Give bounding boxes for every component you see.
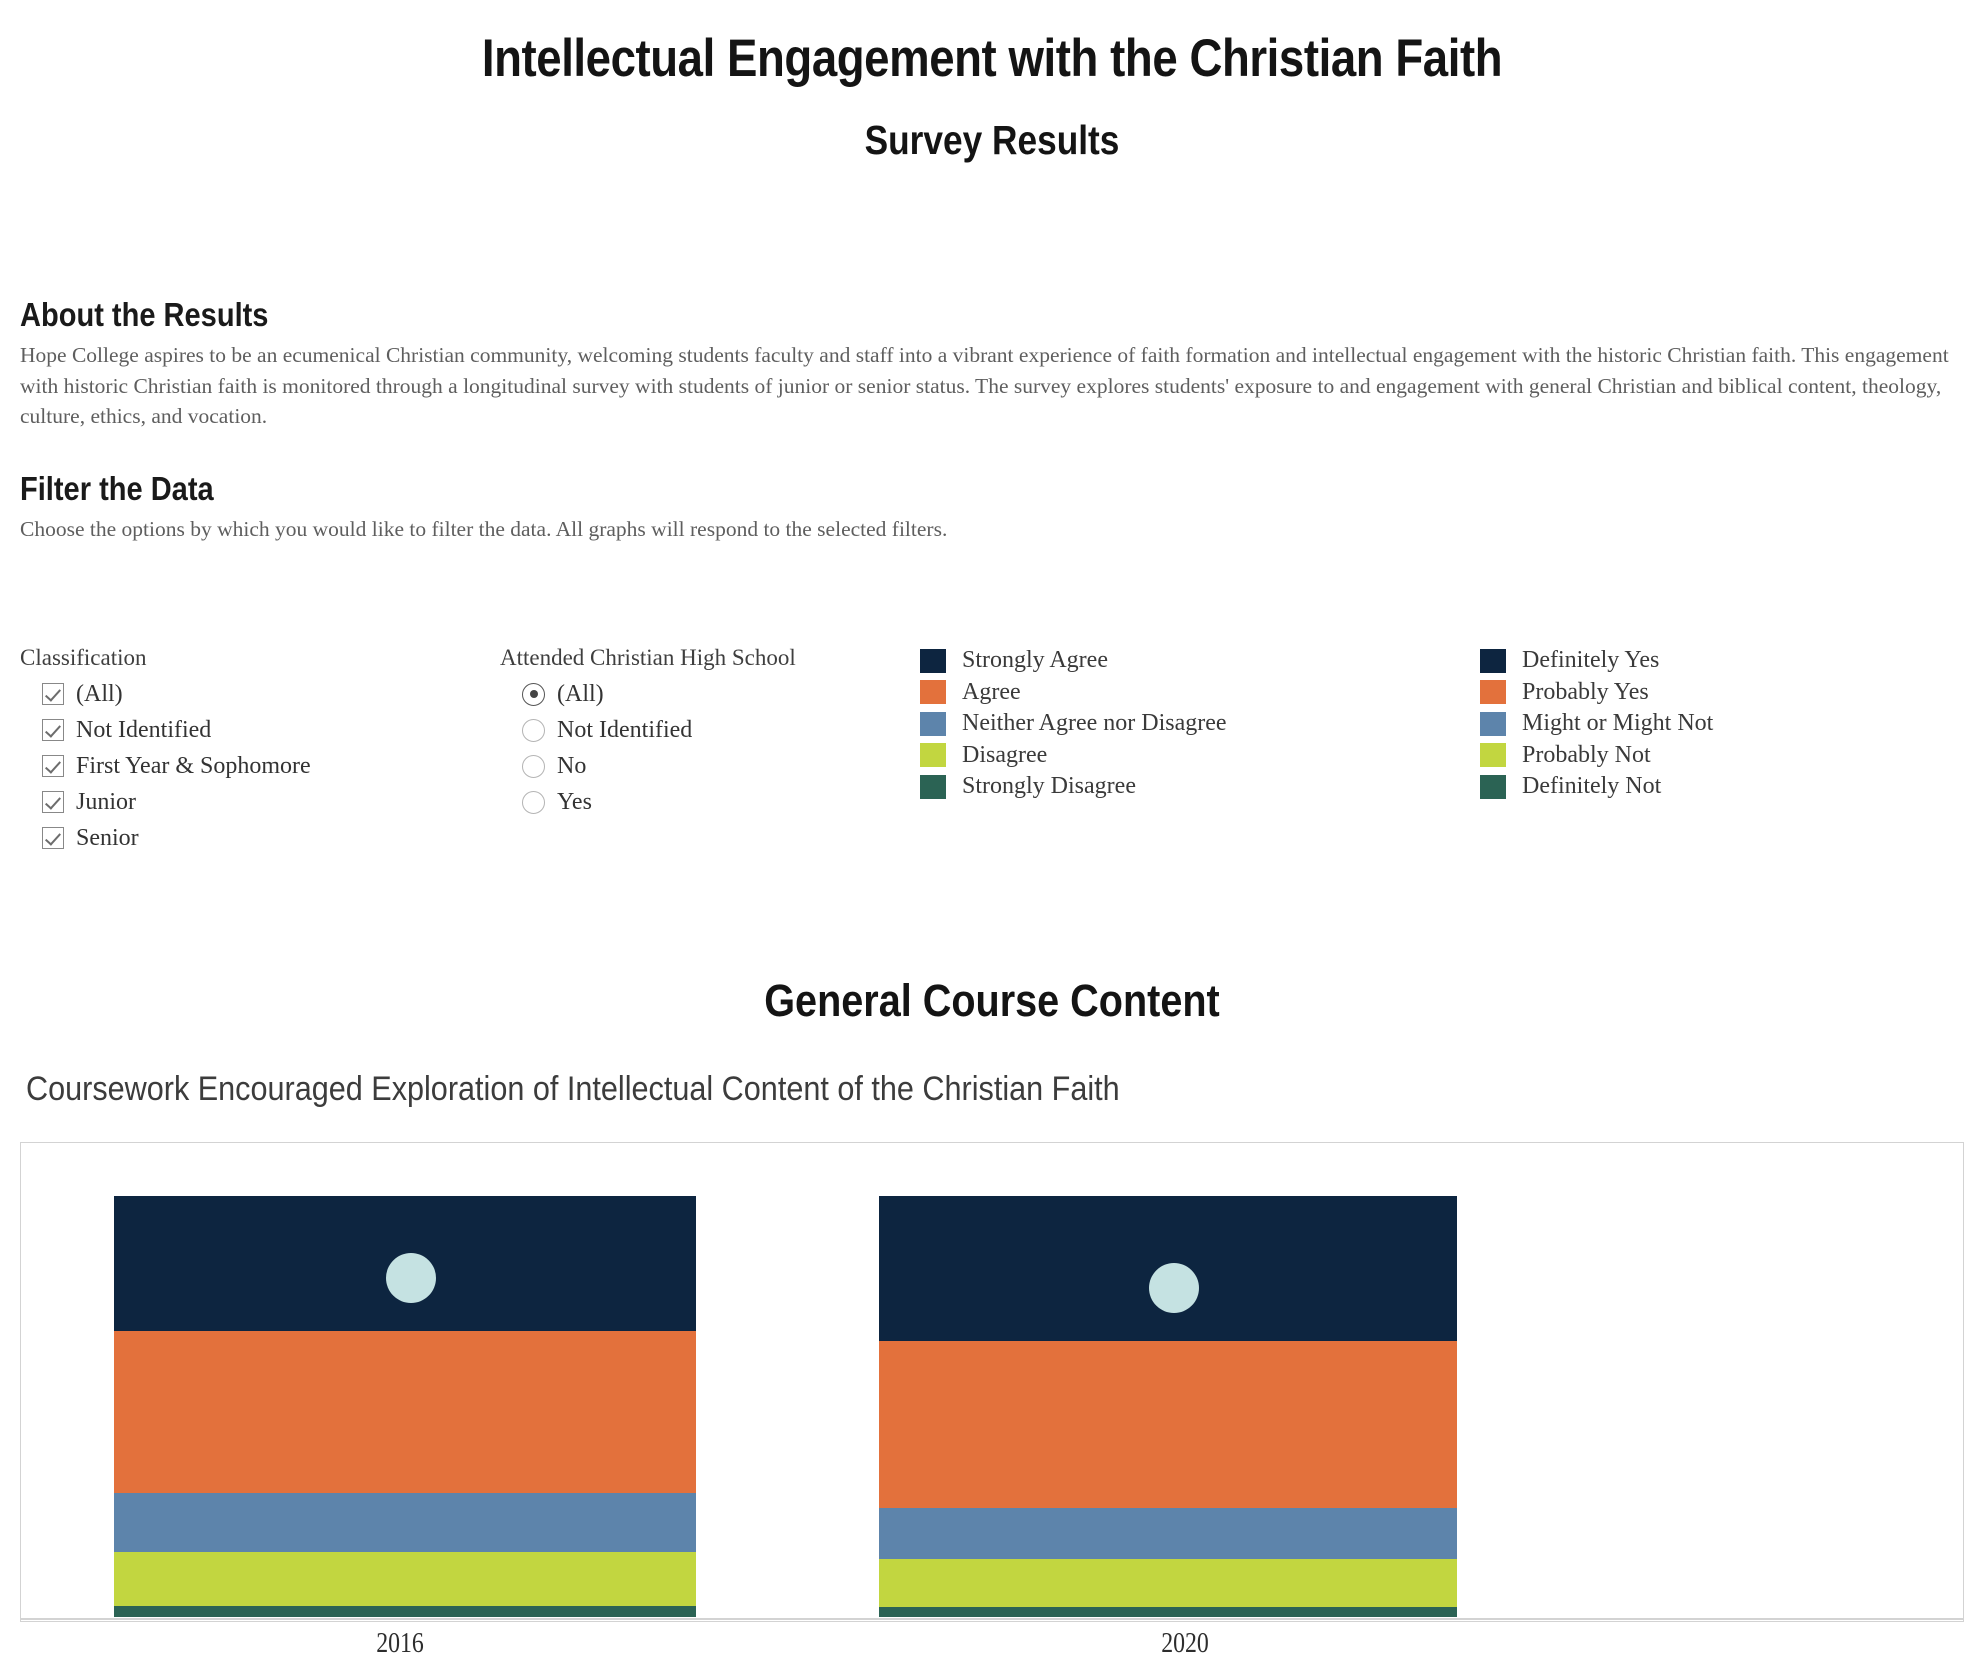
classification-option-junior[interactable]: Junior <box>20 784 500 820</box>
legend-label: Probably Not <box>1522 741 1651 768</box>
legend-swatch-icon <box>920 648 946 673</box>
high-school-filter-group: Attended Christian High School (All) Not… <box>500 645 920 820</box>
chart-bar-segment[interactable] <box>114 1493 696 1553</box>
chart-panel <box>20 1142 1964 1622</box>
legend-item-neither: Neither Agree nor Disagree <box>920 708 1480 740</box>
radio-icon[interactable] <box>522 790 545 814</box>
checkbox-icon[interactable] <box>42 755 64 777</box>
classification-option-all[interactable]: (All) <box>20 676 500 712</box>
chart-bar-segment[interactable] <box>879 1606 1457 1617</box>
legend-item-agree: Agree <box>920 677 1480 709</box>
legend-label: Probably Yes <box>1522 678 1649 705</box>
checkbox-icon[interactable] <box>42 683 64 705</box>
chart-marker-dot-2016[interactable] <box>385 1253 436 1304</box>
axis-tick-label-2020: 2020 <box>1161 1628 1209 1659</box>
classification-option-label: Senior <box>76 824 139 851</box>
legend-item-might-or-might-not: Might or Might Not <box>1480 708 1940 740</box>
high-school-option-no[interactable]: No <box>500 748 920 784</box>
axis-tick-label-2016: 2016 <box>376 1628 424 1659</box>
agreement-legend: Strongly Agree Agree Neither Agree nor D… <box>920 645 1480 803</box>
high-school-option-label: Not Identified <box>557 716 693 743</box>
radio-icon[interactable] <box>522 718 545 742</box>
legend-swatch-icon <box>1480 743 1506 768</box>
chart-bar-segment[interactable] <box>114 1552 696 1607</box>
legend-label: Definitely Not <box>1522 773 1662 800</box>
chart-bar-segment[interactable] <box>879 1507 1457 1560</box>
chart-bar-segment[interactable] <box>879 1559 1457 1607</box>
legend-item-probably-yes: Probably Yes <box>1480 677 1940 709</box>
chart-bar-segment[interactable] <box>879 1341 1457 1508</box>
legend-item-definitely-yes: Definitely Yes <box>1480 645 1940 677</box>
checkbox-icon[interactable] <box>42 791 64 813</box>
filter-heading: Filter the Data <box>20 470 214 507</box>
about-section: About the Results Hope College aspires t… <box>0 296 1984 432</box>
legend-swatch-icon <box>920 711 946 736</box>
legend-label: Definitely Yes <box>1522 647 1660 674</box>
classification-option-not-identified[interactable]: Not Identified <box>20 712 500 748</box>
chart-bar-2020[interactable] <box>879 1196 1457 1617</box>
legend-label: Strongly Agree <box>962 647 1108 674</box>
page-subtitle: Survey Results <box>864 117 1120 164</box>
classification-option-label: Not Identified <box>76 716 212 743</box>
classification-option-label: First Year & Sophomore <box>76 752 311 779</box>
about-body: Hope College aspires to be an ecumenical… <box>20 343 1949 429</box>
legend-item-strongly-disagree: Strongly Disagree <box>920 771 1480 803</box>
legend-label: Disagree <box>962 741 1048 768</box>
classification-option-senior[interactable]: Senior <box>20 820 500 856</box>
high-school-option-label: No <box>557 752 587 779</box>
chart-bar-segment[interactable] <box>114 1331 696 1494</box>
high-school-option-not-identified[interactable]: Not Identified <box>500 712 920 748</box>
high-school-option-label: (All) <box>557 680 604 707</box>
legend-swatch-icon <box>1480 648 1506 673</box>
checkbox-icon[interactable] <box>42 719 64 741</box>
chart-title: Coursework Encouraged Exploration of Int… <box>26 1070 1120 1108</box>
legend-label: Strongly Disagree <box>962 773 1136 800</box>
legend-item-probably-not: Probably Not <box>1480 740 1940 772</box>
legend-swatch-icon <box>1480 711 1506 736</box>
legend-label: Might or Might Not <box>1522 710 1714 737</box>
classification-title: Classification <box>20 645 147 670</box>
legend-swatch-icon <box>920 743 946 768</box>
legend-swatch-icon <box>920 680 946 705</box>
page-title: Intellectual Engagement with the Christi… <box>481 29 1503 88</box>
classification-option-label: (All) <box>76 680 123 707</box>
about-heading: About the Results <box>20 296 269 333</box>
legend-item-definitely-not: Definitely Not <box>1480 771 1940 803</box>
high-school-option-yes[interactable]: Yes <box>500 784 920 820</box>
classification-option-label: Junior <box>76 788 136 815</box>
high-school-option-label: Yes <box>557 788 592 815</box>
radio-icon[interactable] <box>522 682 545 706</box>
classification-option-first-year-sophomore[interactable]: First Year & Sophomore <box>20 748 500 784</box>
checkbox-icon[interactable] <box>42 827 64 849</box>
filter-section: Filter the Data Choose the options by wh… <box>0 470 1984 545</box>
chart-bar-segment[interactable] <box>114 1606 696 1617</box>
legend-swatch-icon <box>920 774 946 799</box>
chart-plot-area <box>21 1143 1963 1621</box>
chart-marker-dot-2020[interactable] <box>1148 1263 1199 1314</box>
chart-section-heading: General Course Content <box>764 975 1220 1026</box>
legend-label: Neither Agree nor Disagree <box>962 710 1227 737</box>
high-school-title: Attended Christian High School <box>500 645 796 670</box>
radio-icon[interactable] <box>522 754 545 778</box>
legend-swatch-icon <box>1480 774 1506 799</box>
likelihood-legend: Definitely Yes Probably Yes Might or Mig… <box>1480 645 1940 803</box>
legend-swatch-icon <box>1480 680 1506 705</box>
high-school-option-all[interactable]: (All) <box>500 676 920 712</box>
filter-body: Choose the options by which you would li… <box>20 517 948 541</box>
classification-filter-group: Classification (All) Not Identified Firs… <box>20 645 500 856</box>
legend-item-disagree: Disagree <box>920 740 1480 772</box>
legend-item-strongly-agree: Strongly Agree <box>920 645 1480 677</box>
chart-axis-line <box>20 1618 1964 1620</box>
legend-label: Agree <box>962 678 1021 705</box>
filter-controls-row: Classification (All) Not Identified Firs… <box>0 645 1984 856</box>
